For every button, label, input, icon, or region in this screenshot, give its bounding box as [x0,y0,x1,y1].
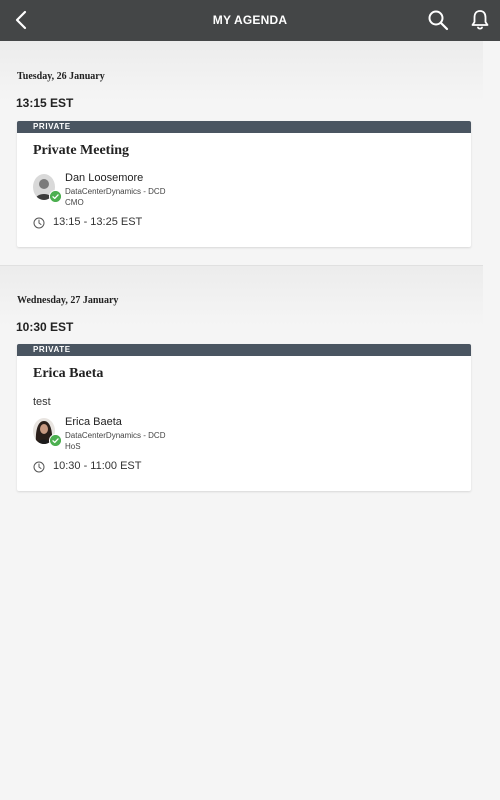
meeting-card[interactable]: PRIVATE Erica Baeta test Erica Baeta Dat… [17,344,471,491]
check-icon [49,434,62,447]
attendee-role: CMO [65,198,84,207]
private-badge: PRIVATE [17,121,471,133]
search-icon[interactable] [426,8,450,32]
top-app-bar: MY AGENDA [0,0,500,41]
agenda-day-section: Tuesday, 26 January 13:15 EST PRIVATE Pr… [0,41,483,265]
check-icon [49,190,62,203]
meeting-title: Private Meeting [33,143,130,158]
attendee-name[interactable]: Dan Loosemore [65,172,143,184]
attendee-company: DataCenterDynamics - DCD [65,187,166,196]
meeting-time-range: 13:15 - 13:25 EST [53,216,143,228]
attendee-role: HoS [65,442,81,451]
attendee: Erica Baeta DataCenterDynamics - DCD HoS [33,416,333,451]
slot-time: 10:30 EST [16,320,74,334]
attendee-company: DataCenterDynamics - DCD [65,431,166,440]
clock-icon [33,217,45,229]
meeting-time-row: 10:30 - 11:00 EST [33,460,333,474]
meeting-description: test [33,396,51,408]
day-date: Tuesday, 26 January [17,71,105,82]
page-title: MY AGENDA [212,13,288,27]
meeting-time-range: 10:30 - 11:00 EST [53,460,142,472]
bell-icon[interactable] [468,8,492,32]
meeting-title: Erica Baeta [33,366,104,381]
clock-icon [33,461,45,473]
slot-time: 13:15 EST [16,96,74,110]
meeting-time-row: 13:15 - 13:25 EST [33,216,333,230]
attendee-name[interactable]: Erica Baeta [65,416,122,428]
meeting-card[interactable]: PRIVATE Private Meeting Dan Loosemore Da… [17,121,471,247]
day-date: Wednesday, 27 January [17,295,119,306]
agenda-day-section: Wednesday, 27 January 10:30 EST PRIVATE … [0,266,483,502]
private-badge: PRIVATE [17,344,471,356]
attendee: Dan Loosemore DataCenterDynamics - DCD C… [33,172,333,207]
